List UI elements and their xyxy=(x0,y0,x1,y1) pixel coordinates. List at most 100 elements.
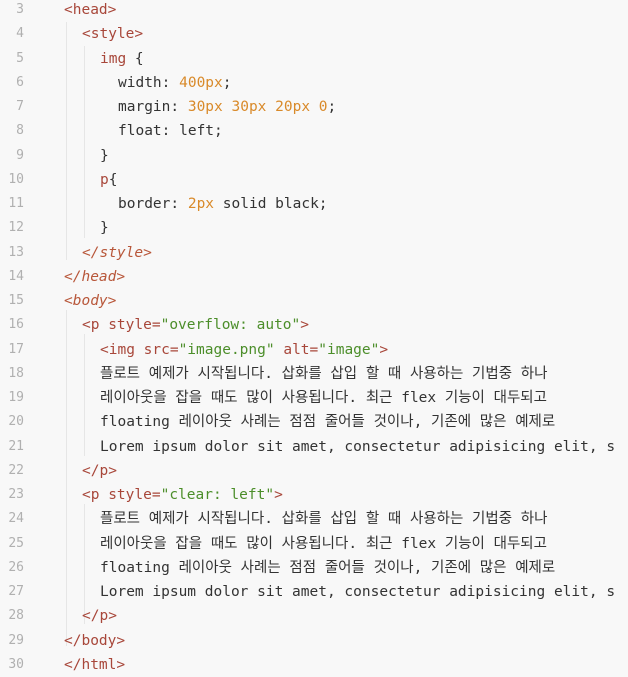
code-token: 플로트 예제가 시작됩니다. 삽화를 삽입 할 때 사용하는 기법중 하나 xyxy=(100,511,548,528)
code-text: p{ xyxy=(100,168,117,192)
line-number: 7 xyxy=(16,99,24,114)
code-line[interactable]: 18 플로트 예제가 시작됩니다. 삽화를 삽입 할 때 사용하는 기법중 하나 xyxy=(0,362,628,386)
code-line[interactable]: 10 p{ xyxy=(0,168,628,192)
code-line[interactable]: 30 </html> xyxy=(0,653,628,677)
code-line[interactable]: 11 border: 2px solid black; xyxy=(0,192,628,216)
line-number: 29 xyxy=(8,632,24,648)
code-line[interactable]: 4 <style> xyxy=(0,22,628,46)
line-number: 5 xyxy=(16,50,24,66)
code-line[interactable]: 27 Lorem ipsum dolor sit amet, consectetu… xyxy=(0,580,628,604)
line-number: 27 xyxy=(8,584,24,599)
code-line[interactable]: 29 </body> xyxy=(0,629,628,653)
code-line[interactable]: 3 <head> xyxy=(0,0,628,22)
line-number: 18 xyxy=(8,365,24,381)
code-line[interactable]: 6 width: 400px; xyxy=(0,71,628,95)
line-number: 30 xyxy=(8,656,24,672)
code-text: <head> xyxy=(64,0,116,22)
code-text: 레이아웃을 잡을 때도 많이 사용됩니다. 최근 flex 기능이 대두되고 xyxy=(100,532,547,556)
code-token: } xyxy=(100,147,109,164)
code-text: <p style="clear: left"> xyxy=(82,483,283,507)
code-line[interactable]: 19 레이아웃을 잡을 때도 많이 사용됩니다. 최근 flex 기능이 대두되고 xyxy=(0,386,628,410)
code-text: </p> xyxy=(82,459,117,483)
line-number: 28 xyxy=(8,608,24,624)
code-line[interactable]: 20 floating 레이아웃 사례는 점점 줄어들 것이나, 기존에 많은 예… xyxy=(0,410,628,434)
code-text: } xyxy=(100,216,109,240)
code-line[interactable]: 26 floating 레이아웃 사례는 점점 줄어들 것이나, 기존에 많은 예… xyxy=(0,556,628,580)
code-token: floating 레이아웃 사례는 점점 줄어들 것이나, 기존에 많은 예제로 xyxy=(100,414,556,431)
line-number: 20 xyxy=(8,414,24,430)
code-text: 플로트 예제가 시작됩니다. 삽화를 삽입 할 때 사용하는 기법중 하나 xyxy=(100,362,547,386)
code-token: </html> xyxy=(64,656,126,673)
code-text: Lorem ipsum dolor sit amet, consectetur … xyxy=(100,580,615,604)
code-token: 30px 30px 20px 0 xyxy=(187,99,328,115)
code-line[interactable]: 24 플로트 예제가 시작됩니다. 삽화를 삽입 할 때 사용하는 기법중 하나 xyxy=(0,507,628,531)
line-number: 26 xyxy=(8,559,24,575)
code-text: <img src="image.png" alt="image"> xyxy=(100,338,388,362)
code-text: border: 2px solid black; xyxy=(118,192,328,216)
code-token: p xyxy=(100,171,109,188)
code-editor[interactable]: 3 <head> 4 <style> 5 img { 6 width: 400px; 7 marg… xyxy=(0,0,628,675)
code-token: Lorem ipsum dolor sit amet, consectetur … xyxy=(100,584,616,600)
line-number: 19 xyxy=(8,390,24,405)
code-token: style= xyxy=(108,487,161,503)
code-line[interactable]: 7 margin: 30px 30px 20px 0; xyxy=(0,95,628,119)
line-number: 12 xyxy=(8,220,24,236)
code-text: </p> xyxy=(82,604,117,628)
code-token: floating 레이아웃 사례는 점점 줄어들 것이나, 기존에 많은 예제로 xyxy=(100,559,556,576)
code-line[interactable]: 5 img { xyxy=(0,47,628,71)
code-line[interactable]: 17 <img src="image.png" alt="image"> xyxy=(0,338,628,362)
code-token: <img xyxy=(100,341,144,358)
code-line[interactable]: 21 Lorem ipsum dolor sit amet, consectetu… xyxy=(0,435,628,459)
code-token: 레이아웃을 잡을 때도 많이 사용됩니다. 최근 flex 기능이 대두되고 xyxy=(100,535,547,552)
code-token: </head> xyxy=(64,268,126,285)
code-token: width: xyxy=(118,74,180,91)
code-text: floating 레이아웃 사례는 점점 줄어들 것이나, 기존에 많은 예제로 xyxy=(100,410,555,434)
code-token: solid black; xyxy=(214,196,328,212)
code-line[interactable]: 12} xyxy=(0,216,628,240)
code-token: "clear: left" xyxy=(160,487,275,503)
line-number: 15 xyxy=(8,293,24,308)
line-number: 13 xyxy=(8,244,24,260)
code-text: </head> xyxy=(64,265,125,289)
code-line[interactable]: 22 </p> xyxy=(0,459,628,483)
code-token: </body> xyxy=(64,632,126,649)
code-text: floating 레이아웃 사례는 점점 줄어들 것이나, 기존에 많은 예제로 xyxy=(100,556,555,580)
code-text: margin: 30px 30px 20px 0; xyxy=(118,95,336,119)
code-token: </p> xyxy=(82,462,117,479)
line-number: 4 xyxy=(16,26,24,42)
code-line[interactable]: 8 float: left; xyxy=(0,119,628,143)
line-number: 9 xyxy=(16,147,24,163)
code-token: > xyxy=(379,341,389,358)
code-token: <p xyxy=(82,487,109,503)
code-token: 레이아웃을 잡을 때도 많이 사용됩니다. 최근 flex 기능이 대두되고 xyxy=(100,390,547,406)
code-text: <style> xyxy=(82,22,143,46)
code-line[interactable]: 28 </p> xyxy=(0,604,628,628)
code-token: <p xyxy=(82,317,109,334)
code-line[interactable]: 9} xyxy=(0,144,628,168)
code-token: ; xyxy=(222,74,232,91)
code-line[interactable]: 23 <p style="clear: left"> xyxy=(0,483,628,507)
code-line[interactable]: 13 </style> xyxy=(0,241,628,265)
code-token: "image" xyxy=(318,341,380,358)
code-token: </style> xyxy=(82,244,152,261)
code-token: alt= xyxy=(274,341,319,358)
code-text: </html> xyxy=(64,653,125,677)
line-number: 21 xyxy=(8,438,24,454)
code-line[interactable]: 14 </head> xyxy=(0,265,628,289)
code-text: <p style="overflow: auto"> xyxy=(82,313,309,337)
code-token: 400px xyxy=(179,74,223,91)
code-token: > xyxy=(300,317,310,334)
code-token: Lorem ipsum dolor sit amet, consectetur … xyxy=(100,438,616,455)
code-token: { xyxy=(126,50,144,67)
code-text: </style> xyxy=(82,241,152,265)
code-token: src= xyxy=(143,341,179,358)
line-number: 6 xyxy=(16,74,24,90)
code-line[interactable]: 15 <body> xyxy=(0,289,628,313)
code-text: </body> xyxy=(64,629,125,653)
code-line[interactable]: 25 레이아웃을 잡을 때도 많이 사용됩니다. 최근 flex 기능이 대두되고 xyxy=(0,532,628,556)
code-token: float: left; xyxy=(118,123,223,140)
line-number: 22 xyxy=(8,462,24,478)
code-line[interactable]: 16 <p style="overflow: auto"> xyxy=(0,313,628,337)
code-text: 레이아웃을 잡을 때도 많이 사용됩니다. 최근 flex 기능이 대두되고 xyxy=(100,386,547,410)
code-text: Lorem ipsum dolor sit amet, consectetur … xyxy=(100,435,615,459)
